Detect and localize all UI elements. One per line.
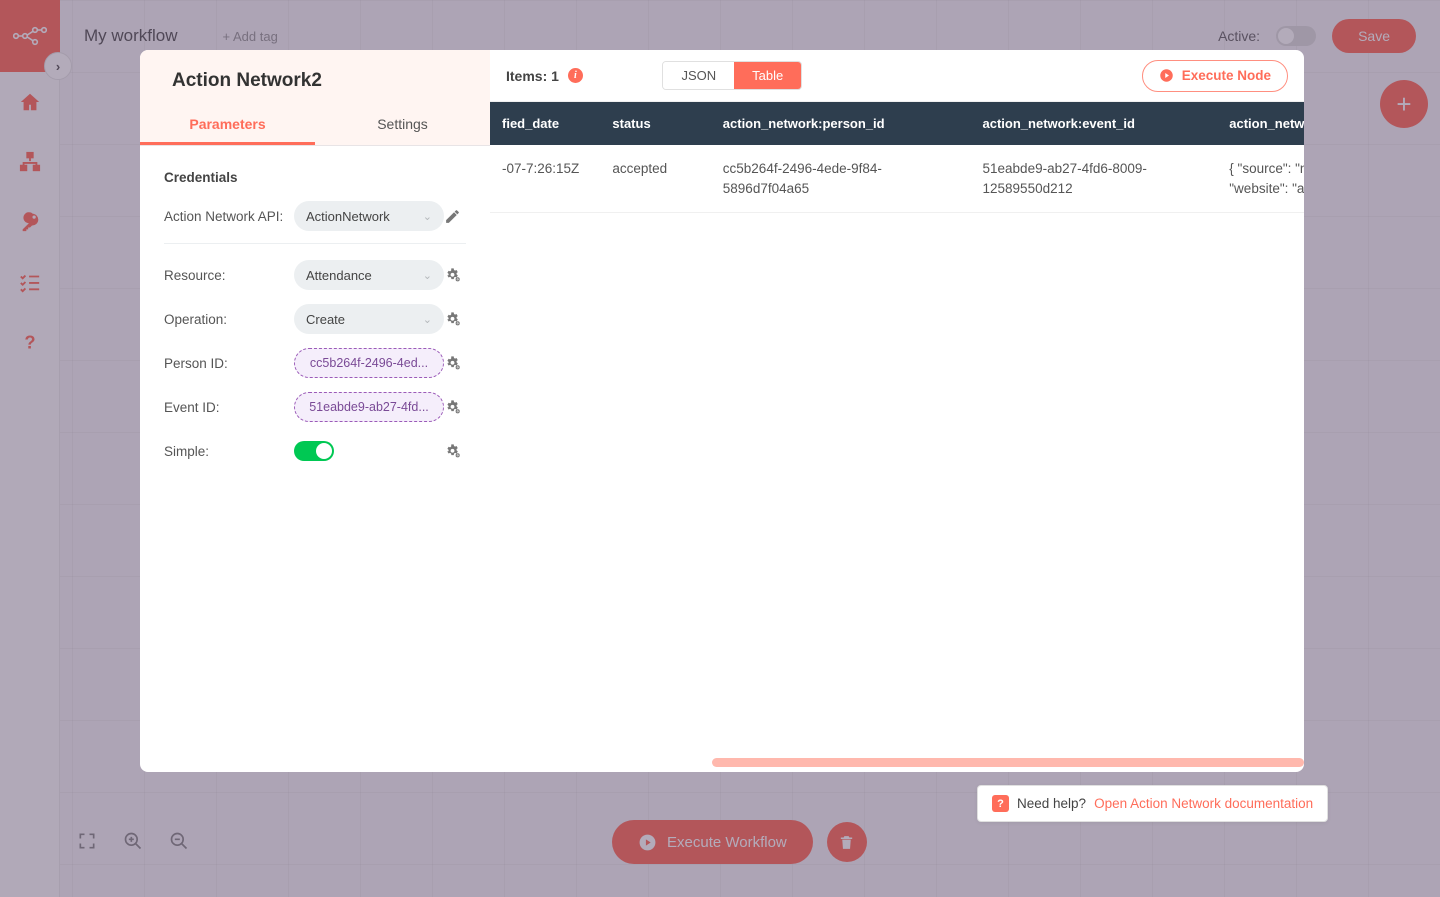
- column-header[interactable]: action_network:referrer_data: [1217, 102, 1304, 145]
- cell-modified-date: -07-7:26:15Z: [490, 145, 600, 213]
- parameter-label: Person ID:: [164, 356, 294, 371]
- column-header[interactable]: fied_date: [490, 102, 600, 145]
- parameter-trailing: [444, 311, 473, 328]
- output-table: fied_date status action_network:person_i…: [490, 102, 1304, 213]
- pencil-icon[interactable]: [444, 208, 461, 225]
- horizontal-scrollbar[interactable]: [712, 758, 1304, 767]
- tab-parameters[interactable]: Parameters: [140, 102, 315, 145]
- chevron-down-icon: ⌄: [423, 269, 432, 282]
- play-icon: [1159, 68, 1174, 83]
- table-header-row: fied_date status action_network:person_i…: [490, 102, 1304, 145]
- resource-select[interactable]: Attendance ⌄: [294, 260, 444, 290]
- toggle-knob: [316, 443, 332, 459]
- resource-value: Attendance: [306, 268, 423, 283]
- tab-settings[interactable]: Settings: [315, 102, 490, 145]
- ndv-tabs: Parameters Settings: [140, 102, 490, 146]
- parameter-label: Resource:: [164, 268, 294, 283]
- parameter-row-event-id: Event ID: 51eabde9-ab27-4fd...: [164, 390, 466, 424]
- person-id-value: cc5b264f-2496-4ed...: [310, 356, 428, 370]
- operation-value: Create: [306, 312, 423, 327]
- column-header[interactable]: status: [600, 102, 710, 145]
- settings-gears-icon[interactable]: [444, 355, 461, 372]
- execute-node-button[interactable]: Execute Node: [1142, 60, 1288, 92]
- event-id-expression-field[interactable]: 51eabde9-ab27-4fd...: [294, 392, 444, 422]
- table-body: -07-7:26:15Z accepted cc5b264f-2496-4ede…: [490, 145, 1304, 213]
- credential-select[interactable]: ActionNetwork ⌄: [294, 201, 444, 231]
- parameters-header: Action Network2 Parameters Settings: [140, 50, 490, 146]
- parameter-trailing: [444, 443, 473, 460]
- table-header: fied_date status action_network:person_i…: [490, 102, 1304, 145]
- simple-toggle[interactable]: [294, 441, 334, 461]
- node-title: Action Network2: [140, 70, 490, 102]
- help-question-icon: ?: [992, 795, 1009, 812]
- parameter-row-person-id: Person ID: cc5b264f-2496-4ed...: [164, 346, 466, 380]
- settings-gears-icon[interactable]: [444, 443, 461, 460]
- execute-node-label: Execute Node: [1182, 68, 1271, 83]
- output-panel: Items: 1 i JSON Table Execute Node: [490, 50, 1304, 772]
- parameter-trailing: [444, 399, 473, 416]
- settings-gears-icon[interactable]: [444, 311, 461, 328]
- items-count: Items: 1: [506, 68, 559, 84]
- parameter-trailing: [444, 267, 473, 284]
- parameter-label: Operation:: [164, 312, 294, 327]
- parameters-body: Credentials Action Network API: ActionNe…: [140, 146, 490, 772]
- view-mode-json[interactable]: JSON: [663, 62, 734, 89]
- event-id-value: 51eabde9-ab27-4fd...: [309, 400, 429, 414]
- help-toast: ? Need help? Open Action Network documen…: [977, 785, 1328, 822]
- info-icon[interactable]: i: [568, 68, 583, 83]
- credential-row: Action Network API: ActionNetwork ⌄: [164, 199, 466, 233]
- parameter-label: Event ID:: [164, 400, 294, 415]
- table-row[interactable]: -07-7:26:15Z accepted cc5b264f-2496-4ede…: [490, 145, 1304, 213]
- parameter-label: Simple:: [164, 444, 294, 459]
- parameters-panel: Action Network2 Parameters Settings Cred…: [140, 50, 490, 772]
- chevron-down-icon: ⌄: [423, 210, 432, 223]
- chevron-down-icon: ⌄: [423, 313, 432, 326]
- output-table-scroll[interactable]: fied_date status action_network:person_i…: [490, 102, 1304, 772]
- output-toolbar: Items: 1 i JSON Table Execute Node: [490, 50, 1304, 102]
- cell-event-id: 51eabde9-ab27-4fd6-8009-12589550d212: [971, 145, 1218, 213]
- parameter-row-simple: Simple:: [164, 434, 466, 468]
- column-header[interactable]: action_network:person_id: [711, 102, 971, 145]
- person-id-expression-field[interactable]: cc5b264f-2496-4ed...: [294, 348, 444, 378]
- documentation-link[interactable]: Open Action Network documentation: [1094, 796, 1313, 811]
- settings-gears-icon[interactable]: [444, 399, 461, 416]
- operation-select[interactable]: Create ⌄: [294, 304, 444, 334]
- credential-value: ActionNetwork: [306, 209, 423, 224]
- credentials-heading: Credentials: [164, 170, 466, 185]
- view-mode-toggle: JSON Table: [662, 61, 802, 90]
- cell-referrer-data: { "source": "none", "referrer": "n8n-san…: [1217, 145, 1304, 213]
- simple-toggle-wrap: [294, 441, 444, 461]
- credential-label: Action Network API:: [164, 209, 294, 224]
- cell-person-id: cc5b264f-2496-4ede-9f84-5896d7f04a65: [711, 145, 971, 213]
- n8n-app: ›: [0, 0, 1440, 897]
- credential-trailing: [444, 208, 473, 225]
- node-detail-view: Action Network2 Parameters Settings Cred…: [140, 50, 1304, 772]
- settings-gears-icon[interactable]: [444, 267, 461, 284]
- view-mode-table[interactable]: Table: [734, 62, 801, 89]
- parameter-trailing: [444, 355, 473, 372]
- divider: [164, 243, 466, 244]
- parameter-row-resource: Resource: Attendance ⌄: [164, 258, 466, 292]
- help-text: Need help?: [1017, 796, 1086, 811]
- column-header[interactable]: action_network:event_id: [971, 102, 1218, 145]
- cell-status: accepted: [600, 145, 710, 213]
- parameter-row-operation: Operation: Create ⌄: [164, 302, 466, 336]
